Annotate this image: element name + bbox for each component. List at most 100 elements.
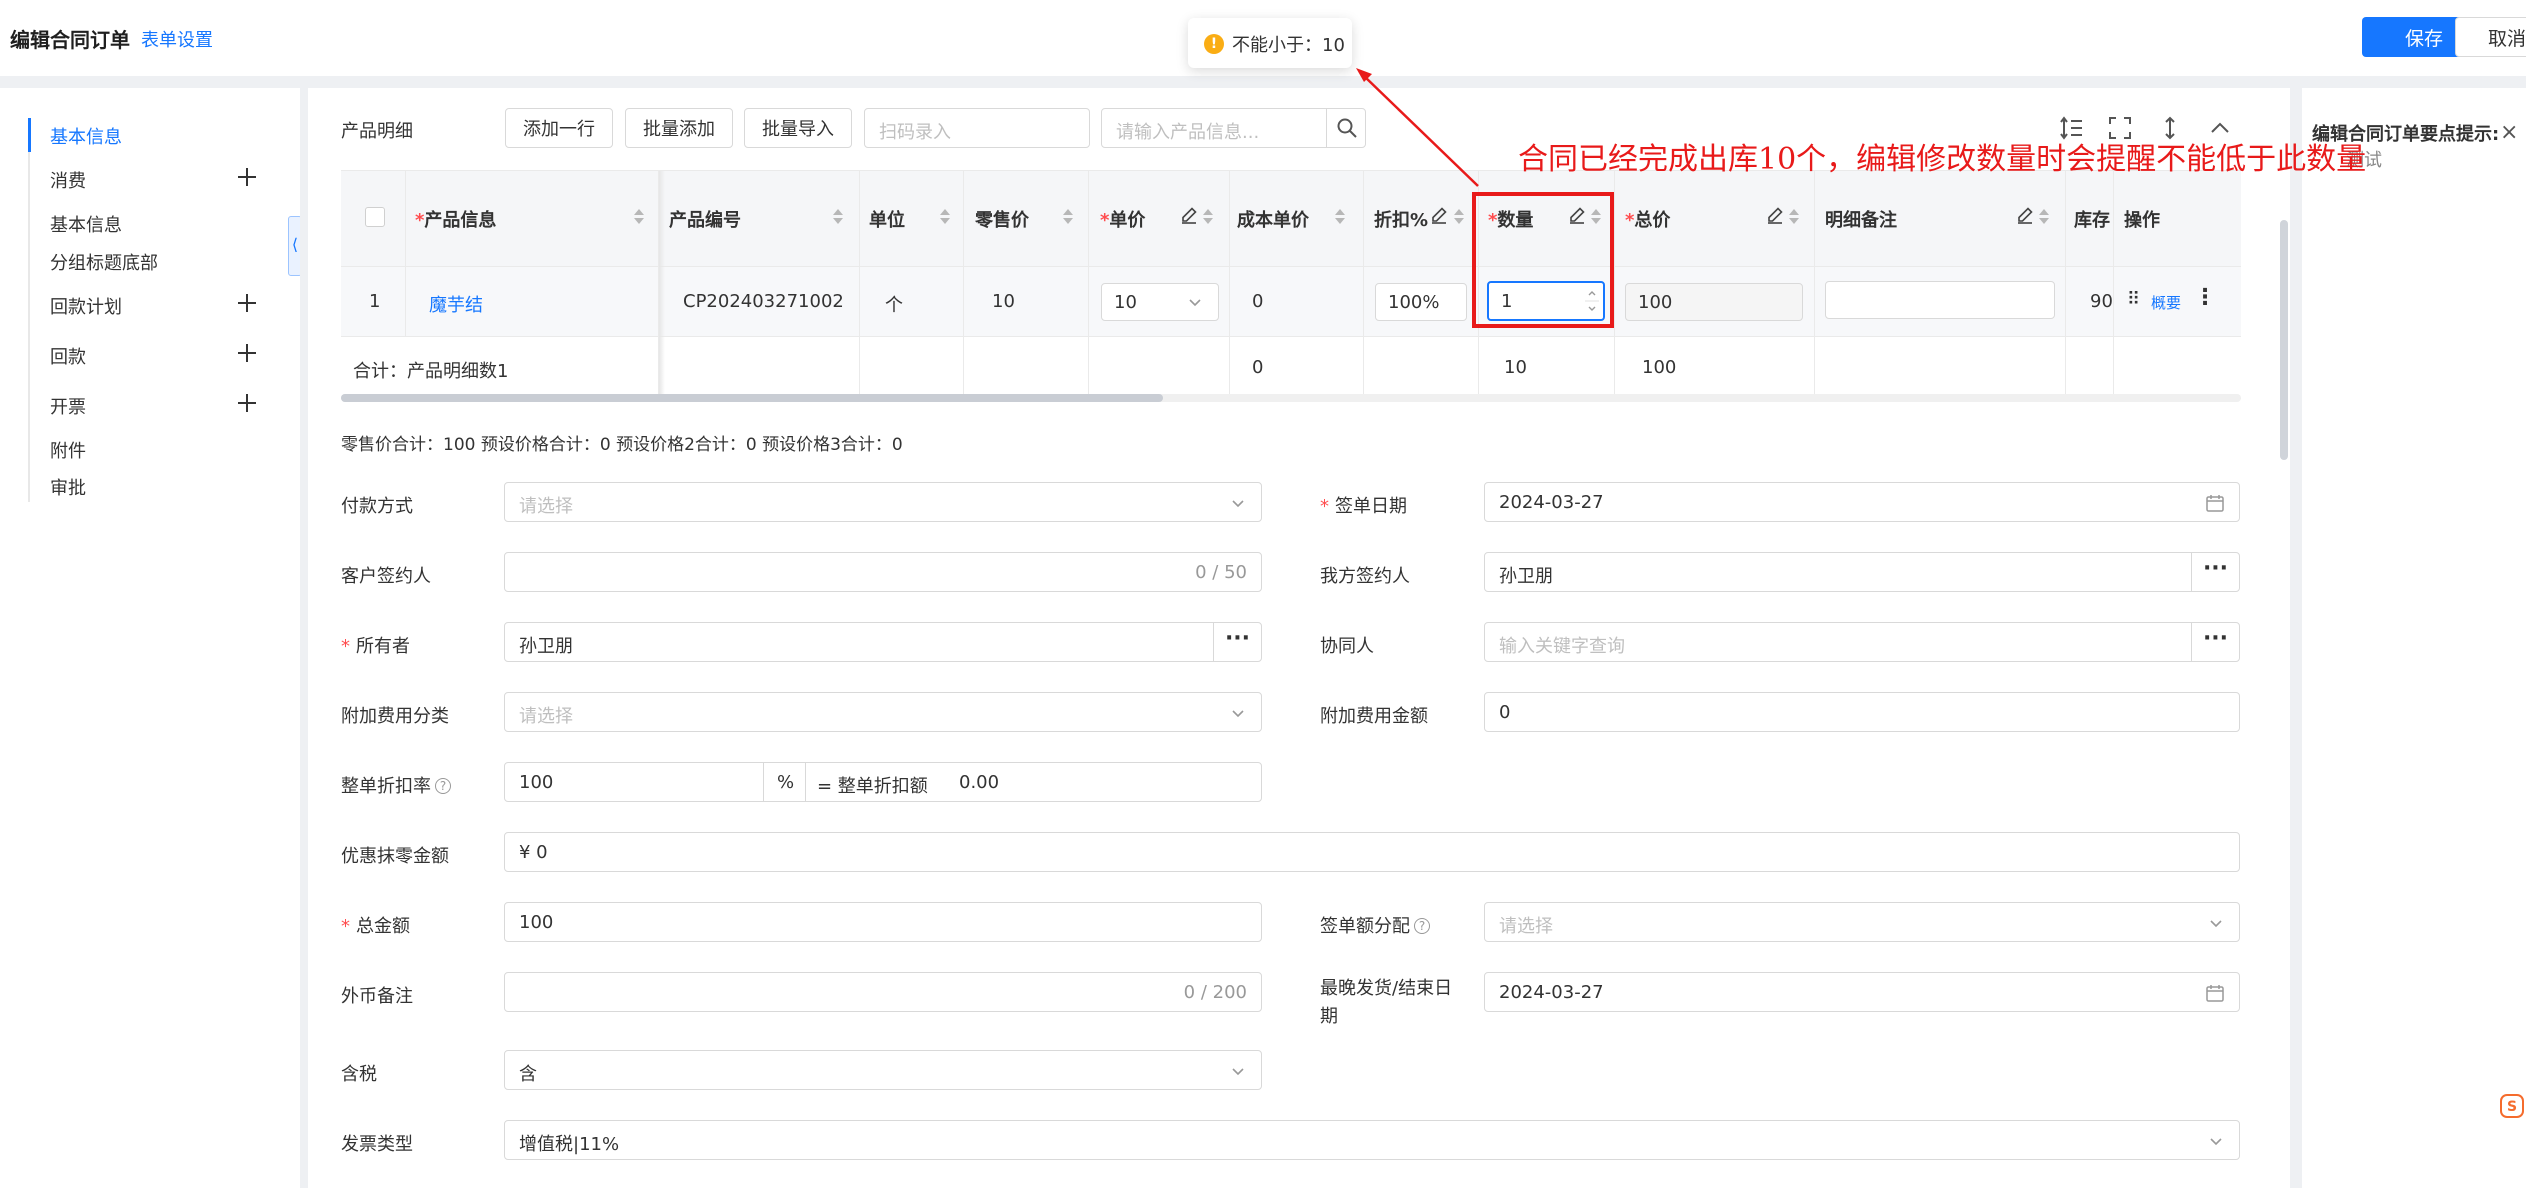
search-button[interactable] [1326, 108, 1366, 148]
col-unit[interactable]: 单位 [869, 206, 905, 232]
our-signer-input[interactable]: 孙卫朋 ··· [1484, 552, 2240, 592]
tax-included-value: 含 [519, 1064, 537, 1085]
sign-date-value: 2024-03-27 [1499, 492, 1604, 513]
sidebar-item-consumption[interactable]: 消费 [50, 167, 86, 193]
plus-icon[interactable] [238, 394, 256, 412]
product-search-input[interactable]: 请输入产品信息... [1101, 108, 1327, 148]
pencil-icon[interactable] [1179, 205, 1199, 225]
pencil-icon[interactable] [2015, 205, 2035, 225]
sidebar-active-indicator [28, 118, 31, 152]
unit-price-select[interactable]: 10 [1101, 283, 1219, 321]
sort-icon[interactable] [1591, 207, 1601, 227]
pencil-icon[interactable] [1567, 205, 1587, 225]
content-gutter-right [2290, 88, 2302, 1188]
stock-value: 90 [2090, 291, 2113, 312]
total-amount-input[interactable]: 100 [504, 902, 1262, 942]
fx-remark-input[interactable]: 0 / 200 [504, 972, 1262, 1012]
col-unit-price[interactable]: *单价 [1100, 206, 1145, 232]
cancel-button[interactable]: 取消 [2455, 17, 2526, 57]
sort-icon[interactable] [1063, 207, 1073, 227]
col-retail-price[interactable]: 零售价 [975, 206, 1029, 232]
sogou-ime-icon[interactable]: S [2500, 1094, 2524, 1118]
row-index: 1 [369, 291, 381, 312]
invoice-type-select[interactable]: 增值税|11% [504, 1120, 2240, 1160]
sidebar-item-attachment[interactable]: 附件 [50, 437, 86, 463]
add-row-button[interactable]: 添加一行 [505, 108, 613, 148]
sort-icon[interactable] [2039, 207, 2049, 227]
col-divider [1814, 171, 1815, 399]
col-divider [859, 171, 860, 399]
stepper-arrows-icon[interactable] [1585, 286, 1599, 316]
sidebar-item-group-footer[interactable]: 分组标题底部 [50, 249, 158, 275]
col-total-price[interactable]: *总价 [1625, 206, 1670, 232]
table-row: 1 魔芋结 CP202403271002 个 10 10 0 100% 1 10… [341, 267, 2241, 337]
form-settings-link[interactable]: 表单设置 [141, 26, 213, 52]
payment-method-select[interactable]: 请选择 [504, 482, 1262, 522]
detail-remark-input[interactable] [1825, 281, 2055, 319]
product-name-link[interactable]: 魔芋结 [429, 291, 483, 317]
col-quantity[interactable]: *数量 [1488, 206, 1533, 232]
sidebar-item-payment-plan[interactable]: 回款计划 [50, 293, 122, 319]
pencil-icon[interactable] [1429, 205, 1449, 225]
help-icon[interactable]: ? [435, 778, 451, 794]
rounding-input[interactable]: ¥ 0 [504, 832, 2240, 872]
extra-fee-amount-input[interactable]: 0 [1484, 692, 2240, 732]
extra-fee-type-select[interactable]: 请选择 [504, 692, 1262, 732]
sidebar-item-basic-info-2[interactable]: 基本信息 [50, 211, 122, 237]
plus-icon[interactable] [238, 344, 256, 362]
collaborator-input[interactable]: 输入关键字查询 ··· [1484, 622, 2240, 662]
sign-date-picker[interactable]: 2024-03-27 [1484, 482, 2240, 522]
chevron-down-icon [1232, 500, 1244, 508]
sort-icon[interactable] [1335, 207, 1345, 227]
sort-icon[interactable] [1454, 207, 1464, 227]
select-all-checkbox[interactable] [365, 207, 385, 227]
col-stock[interactable]: 库存 [2074, 206, 2110, 232]
pencil-icon[interactable] [1765, 205, 1785, 225]
sign-amount-dist-select[interactable]: 请选择 [1484, 902, 2240, 942]
owner-input[interactable]: 孙卫朋 ··· [504, 622, 1262, 662]
more-icon[interactable]: ⋮ [2194, 285, 2216, 310]
more-icon[interactable]: ··· [1213, 623, 1261, 661]
close-icon[interactable]: × [2500, 120, 2518, 145]
price-totals-line: 零售价合计：100 预设价格合计：0 预设价格2合计：0 预设价格3合计：0 [341, 435, 903, 455]
main-scrollbar[interactable] [2280, 220, 2288, 460]
quantity-value: 1 [1501, 291, 1513, 312]
col-discount[interactable]: 折扣% [1374, 206, 1428, 232]
plus-icon[interactable] [238, 168, 256, 186]
plus-icon[interactable] [238, 294, 256, 312]
sort-icon[interactable] [833, 207, 843, 227]
quantity-stepper[interactable]: 1 [1487, 281, 1605, 321]
batch-import-button[interactable]: 批量导入 [744, 108, 852, 148]
discount-input[interactable]: 100% [1375, 283, 1467, 321]
discount-rate-value[interactable]: 100 [519, 772, 553, 793]
tax-included-select[interactable]: 含 [504, 1050, 1262, 1090]
table-horizontal-scrollbar[interactable] [341, 394, 1163, 402]
sort-icon[interactable] [1789, 207, 1799, 227]
col-product-code[interactable]: 产品编号 [669, 206, 741, 232]
our-signer-value: 孙卫朋 [1499, 566, 1553, 587]
more-icon[interactable]: ··· [2191, 553, 2239, 591]
help-icon[interactable]: ? [1414, 918, 1430, 934]
summary-link[interactable]: 概要 [2151, 292, 2181, 313]
content-gutter-left [300, 88, 308, 1188]
sidebar-item-invoice[interactable]: 开票 [50, 393, 86, 419]
sort-icon[interactable] [634, 207, 644, 227]
col-product-info[interactable]: *产品信息 [415, 206, 496, 232]
total-price-input[interactable]: 100 [1625, 283, 1803, 321]
scan-input[interactable]: 扫码录入 [864, 108, 1090, 148]
customer-signer-input[interactable]: 0 / 50 [504, 552, 1262, 592]
col-detail-remark[interactable]: 明细备注 [1825, 206, 1897, 232]
latest-ship-date-picker[interactable]: 2024-03-27 [1484, 972, 2240, 1012]
sort-icon[interactable] [1203, 207, 1213, 227]
col-cost-price[interactable]: 成本单价 [1237, 206, 1309, 232]
sort-icon[interactable] [940, 207, 950, 227]
payment-method-placeholder: 请选择 [519, 496, 573, 517]
drag-icon[interactable]: ⠿ [2127, 289, 2140, 310]
sidebar-item-approval[interactable]: 审批 [50, 474, 86, 500]
more-icon[interactable]: ··· [2191, 623, 2239, 661]
sidebar-item-payment[interactable]: 回款 [50, 343, 86, 369]
search-icon [1337, 118, 1357, 138]
sidebar-item-basic-info[interactable]: 基本信息 [50, 123, 122, 149]
discount-rate-label: 整单折扣率? [341, 772, 451, 798]
batch-add-button[interactable]: 批量添加 [625, 108, 733, 148]
